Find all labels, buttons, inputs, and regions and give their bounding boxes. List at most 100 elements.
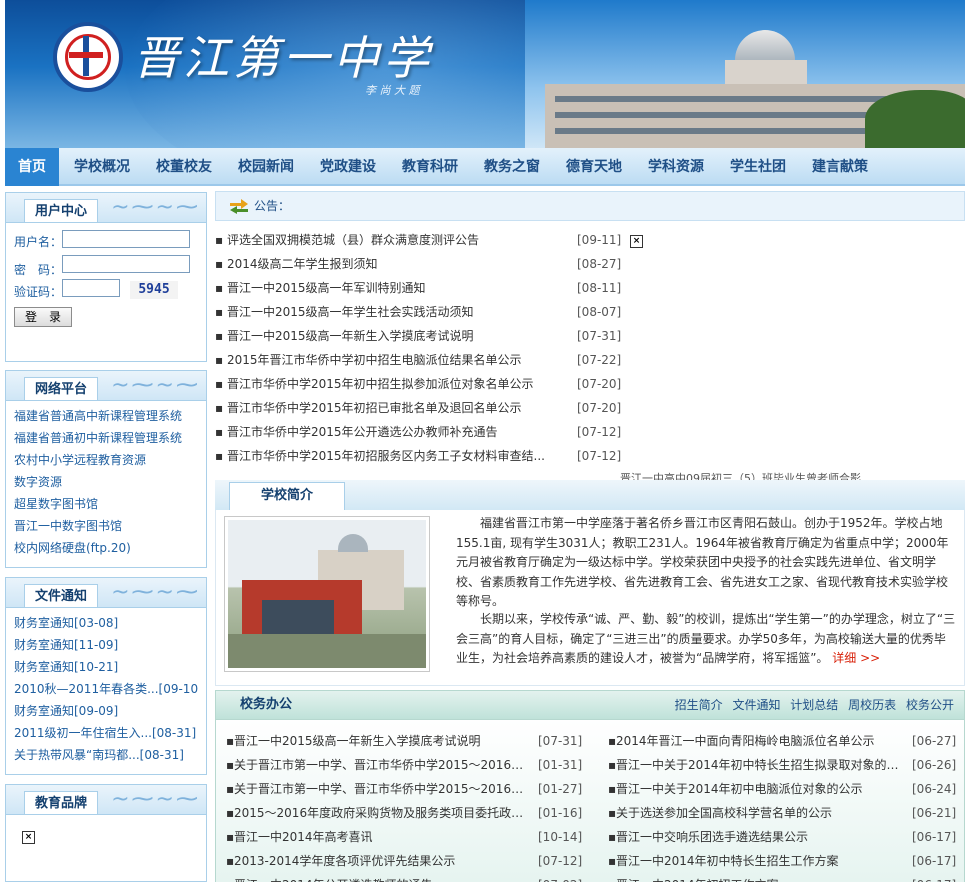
nav-item-clubs[interactable]: 学生社团 — [719, 148, 797, 186]
notice-row[interactable]: ▪ 评选全国双拥模范城（县）群众满意度测评公告 [09-11] — [215, 228, 625, 252]
office-row[interactable]: ▪晋江一中2014年初招工作方案[06-17] — [608, 873, 958, 882]
username-input[interactable] — [62, 230, 190, 248]
office-row[interactable]: ▪ 晋江一中交响乐团选手遴选结果公示 [06-17] — [608, 825, 958, 849]
office-text[interactable]: 晋江一中2015级高一年新生入学摸底考试说明 — [234, 729, 534, 753]
nav-item-research[interactable]: 教育科研 — [391, 148, 469, 186]
list-item[interactable]: 晋江一中数字图书馆 — [14, 515, 198, 537]
nav-item-school-overview[interactable]: 学校概况 — [63, 148, 141, 186]
list-item[interactable]: 农村中小学远程教育资源 — [14, 449, 198, 471]
office-text[interactable]: 2013-2014学年度各项评优评先结果公示 — [234, 849, 534, 873]
list-item[interactable]: 财务室通知[09-09] — [14, 700, 198, 722]
password-label: 密 码： — [14, 263, 63, 277]
nav-item-suggestions[interactable]: 建言献策 — [801, 148, 879, 186]
office-row[interactable]: ▪晋江一中2014年公开遴选教师的通告[07-02] — [226, 873, 596, 882]
nav-item-home[interactable]: 首页 — [5, 148, 59, 186]
office-text[interactable]: 2015～2016年度政府采购货物及服务类项目委托政府... — [234, 801, 534, 825]
notice-date: [09-11] — [577, 233, 622, 247]
nav-item-moral[interactable]: 德育天地 — [555, 148, 633, 186]
more-link[interactable]: 详细 >> — [832, 651, 880, 665]
office-date: [07-12] — [538, 854, 583, 868]
office-link[interactable]: 周校历表 — [848, 698, 896, 712]
office-row[interactable]: ▪ 晋江一中2014年高考喜讯 [10-14] — [226, 825, 596, 849]
notice-row[interactable]: ▪ 2014级高二年学生报到须知 [08-27] — [215, 252, 625, 276]
notice-text[interactable]: 晋江市华侨中学2015年初招已审批名单及退回名单公示 — [227, 396, 557, 420]
notice-row[interactable]: ▪ 晋江市华侨中学2015年初招服务区内务工子女材料审查结... [07-12] — [215, 444, 625, 468]
list-item[interactable]: 超星数字图书馆 — [14, 493, 198, 515]
office-text[interactable]: 晋江一中关于2014年初中电脑派位对象的公示 — [616, 777, 908, 801]
list-item[interactable]: 福建省普通高中新课程管理系统 — [14, 405, 198, 427]
notice-text[interactable]: 2014级高二年学生报到须知 — [227, 252, 557, 276]
notice-text[interactable]: 评选全国双拥模范城（县）群众满意度测评公告 — [227, 228, 557, 252]
list-item[interactable]: 关于热带风暴“南玛都...[08-31] — [14, 744, 198, 766]
office-row[interactable]: ▪ 晋江一中2014年初中特长生招生工作方案 [06-17] — [608, 849, 958, 873]
wave-decoration-icon: ~⁓~⁓ — [111, 580, 200, 605]
file-notice-list: 财务室通知[03-08] 财务室通知[11-09] 财务室通知[10-21] 2… — [6, 608, 206, 770]
office-row[interactable]: ▪ 关于晋江市第一中学、晋江市华侨中学2015～2016年... [01-31] — [226, 753, 596, 777]
notice-row[interactable]: ▪ 晋江市华侨中学2015年公开遴选公办教师补充通告 [07-12] — [215, 420, 625, 444]
notice-text[interactable]: 2015年晋江市华侨中学初中招生电脑派位结果名单公示 — [227, 348, 557, 372]
nav-item-academic[interactable]: 教务之窗 — [473, 148, 551, 186]
notice-text[interactable]: 晋江一中2015级高一年学生社会实践活动须知 — [227, 300, 557, 324]
list-item[interactable]: 校内网络硬盘(ftp.20) — [14, 537, 198, 559]
office-row[interactable]: ▪ 晋江一中2015级高一年新生入学摸底考试说明 [07-31] — [226, 729, 596, 753]
notice-title: 公告： — [254, 199, 291, 213]
captcha-code: 5945 — [130, 281, 178, 299]
office-row[interactable]: ▪ 关于选送参加全国高校科学营名单的公示 [06-21] — [608, 801, 958, 825]
office-row[interactable]: ▪ 2013-2014学年度各项评优评先结果公示 [07-12] — [226, 849, 596, 873]
notice-row[interactable]: ▪ 晋江一中2015级高一年军训特别通知 [08-11] — [215, 276, 625, 300]
nav-item-party[interactable]: 党政建设 — [309, 148, 387, 186]
office-text[interactable]: 晋江一中交响乐团选手遴选结果公示 — [616, 825, 908, 849]
notice-date: [08-27] — [577, 257, 622, 271]
office-link[interactable]: 文件通知 — [732, 698, 780, 712]
office-link[interactable]: 招生简介 — [675, 698, 723, 712]
user-center-panel: 用户中心 ~⁓~⁓ 用户名： 密 码： 验证码： 5945 登 录 — [5, 192, 207, 362]
notice-text[interactable]: 晋江市华侨中学2015年公开遴选公办教师补充通告 — [227, 420, 557, 444]
notice-row[interactable]: ▪ 2015年晋江市华侨中学初中招生电脑派位结果名单公示 [07-22] — [215, 348, 625, 372]
nav-item-resources[interactable]: 学科资源 — [637, 148, 715, 186]
notice-row[interactable]: ▪ 晋江市华侨中学2015年初招已审批名单及退回名单公示 [07-20] — [215, 396, 625, 420]
list-item[interactable]: 福建省普通初中新课程管理系统 — [14, 427, 198, 449]
notice-date: [07-20] — [577, 401, 622, 415]
office-text[interactable]: 晋江一中2014年高考喜讯 — [234, 825, 534, 849]
wave-decoration-icon: ~⁓~⁓ — [111, 787, 200, 812]
nav-item-alumni[interactable]: 校董校友 — [145, 148, 223, 186]
office-date: [06-17] — [912, 830, 957, 844]
office-text[interactable]: 晋江一中2014年公开遴选教师的通告 — [234, 873, 534, 882]
login-button[interactable]: 登 录 — [14, 307, 72, 327]
office-row[interactable]: ▪ 2014年晋江一中面向青阳梅岭电脑派位名单公示 [06-27] — [608, 729, 958, 753]
office-text[interactable]: 晋江一中2014年初招工作方案 — [616, 873, 908, 882]
office-row[interactable]: ▪ 关于晋江市第一中学、晋江市华侨中学2015～2016年... [01-27] — [226, 777, 596, 801]
list-item[interactable]: 2011级初一年住宿生入...[08-31] — [14, 722, 198, 744]
notice-row[interactable]: ▪ 晋江市华侨中学2015年初中招生拟参加派位对象名单公示 [07-20] — [215, 372, 625, 396]
office-row[interactable]: ▪ 2015～2016年度政府采购货物及服务类项目委托政府... [01-16] — [226, 801, 596, 825]
office-text[interactable]: 2014年晋江一中面向青阳梅岭电脑派位名单公示 — [616, 729, 908, 753]
office-text[interactable]: 关于晋江市第一中学、晋江市华侨中学2015～2016年... — [234, 777, 534, 801]
network-platform-panel: 网络平台 ~⁓~⁓ 福建省普通高中新课程管理系统 福建省普通初中新课程管理系统 … — [5, 370, 207, 568]
office-text[interactable]: 关于晋江市第一中学、晋江市华侨中学2015～2016年... — [234, 753, 534, 777]
notice-text[interactable]: 晋江一中2015级高一年新生入学摸底考试说明 — [227, 324, 557, 348]
office-row[interactable]: ▪ 晋江一中关于2014年初中特长生招生拟录取对象的公... [06-26] — [608, 753, 958, 777]
notice-text[interactable]: 晋江市华侨中学2015年初中招生拟参加派位对象名单公示 — [227, 372, 557, 396]
notice-text[interactable]: 晋江一中2015级高一年军训特别通知 — [227, 276, 557, 300]
notice-bar: 公告： — [215, 191, 965, 221]
list-item[interactable]: 数字资源 — [14, 471, 198, 493]
list-item[interactable]: 财务室通知[03-08] — [14, 612, 198, 634]
photo-marquee-caption[interactable]: 晋江一中高中09届初三（5）班毕业生曾老师合影 — [620, 472, 890, 480]
password-input[interactable] — [62, 255, 190, 273]
office-text[interactable]: 晋江一中关于2014年初中特长生招生拟录取对象的公... — [616, 753, 908, 777]
captcha-input[interactable] — [62, 279, 120, 297]
office-row[interactable]: ▪ 晋江一中关于2014年初中电脑派位对象的公示 [06-24] — [608, 777, 958, 801]
school-gate-photo — [224, 516, 430, 672]
notice-row[interactable]: ▪ 晋江一中2015级高一年学生社会实践活动须知 [08-07] — [215, 300, 625, 324]
notice-text[interactable]: 晋江市华侨中学2015年初招服务区内务工子女材料审查结... — [227, 444, 557, 468]
office-text[interactable]: 关于选送参加全国高校科学营名单的公示 — [616, 801, 908, 825]
notice-row[interactable]: ▪ 晋江一中2015级高一年新生入学摸底考试说明 [07-31] — [215, 324, 625, 348]
office-link[interactable]: 校务公开 — [906, 698, 954, 712]
intro-paragraph-1: 福建省晋江市第一中学座落于著名侨乡晋江市区青阳石鼓山。创办于1952年。学校占地… — [456, 516, 949, 608]
nav-item-campus-news[interactable]: 校园新闻 — [227, 148, 305, 186]
list-item[interactable]: 财务室通知[11-09] — [14, 634, 198, 656]
list-item[interactable]: 2010秋—2011年春各类...[09-10] — [14, 678, 198, 700]
list-item[interactable]: 财务室通知[10-21] — [14, 656, 198, 678]
office-link[interactable]: 计划总结 — [790, 698, 838, 712]
office-text[interactable]: 晋江一中2014年初中特长生招生工作方案 — [616, 849, 908, 873]
